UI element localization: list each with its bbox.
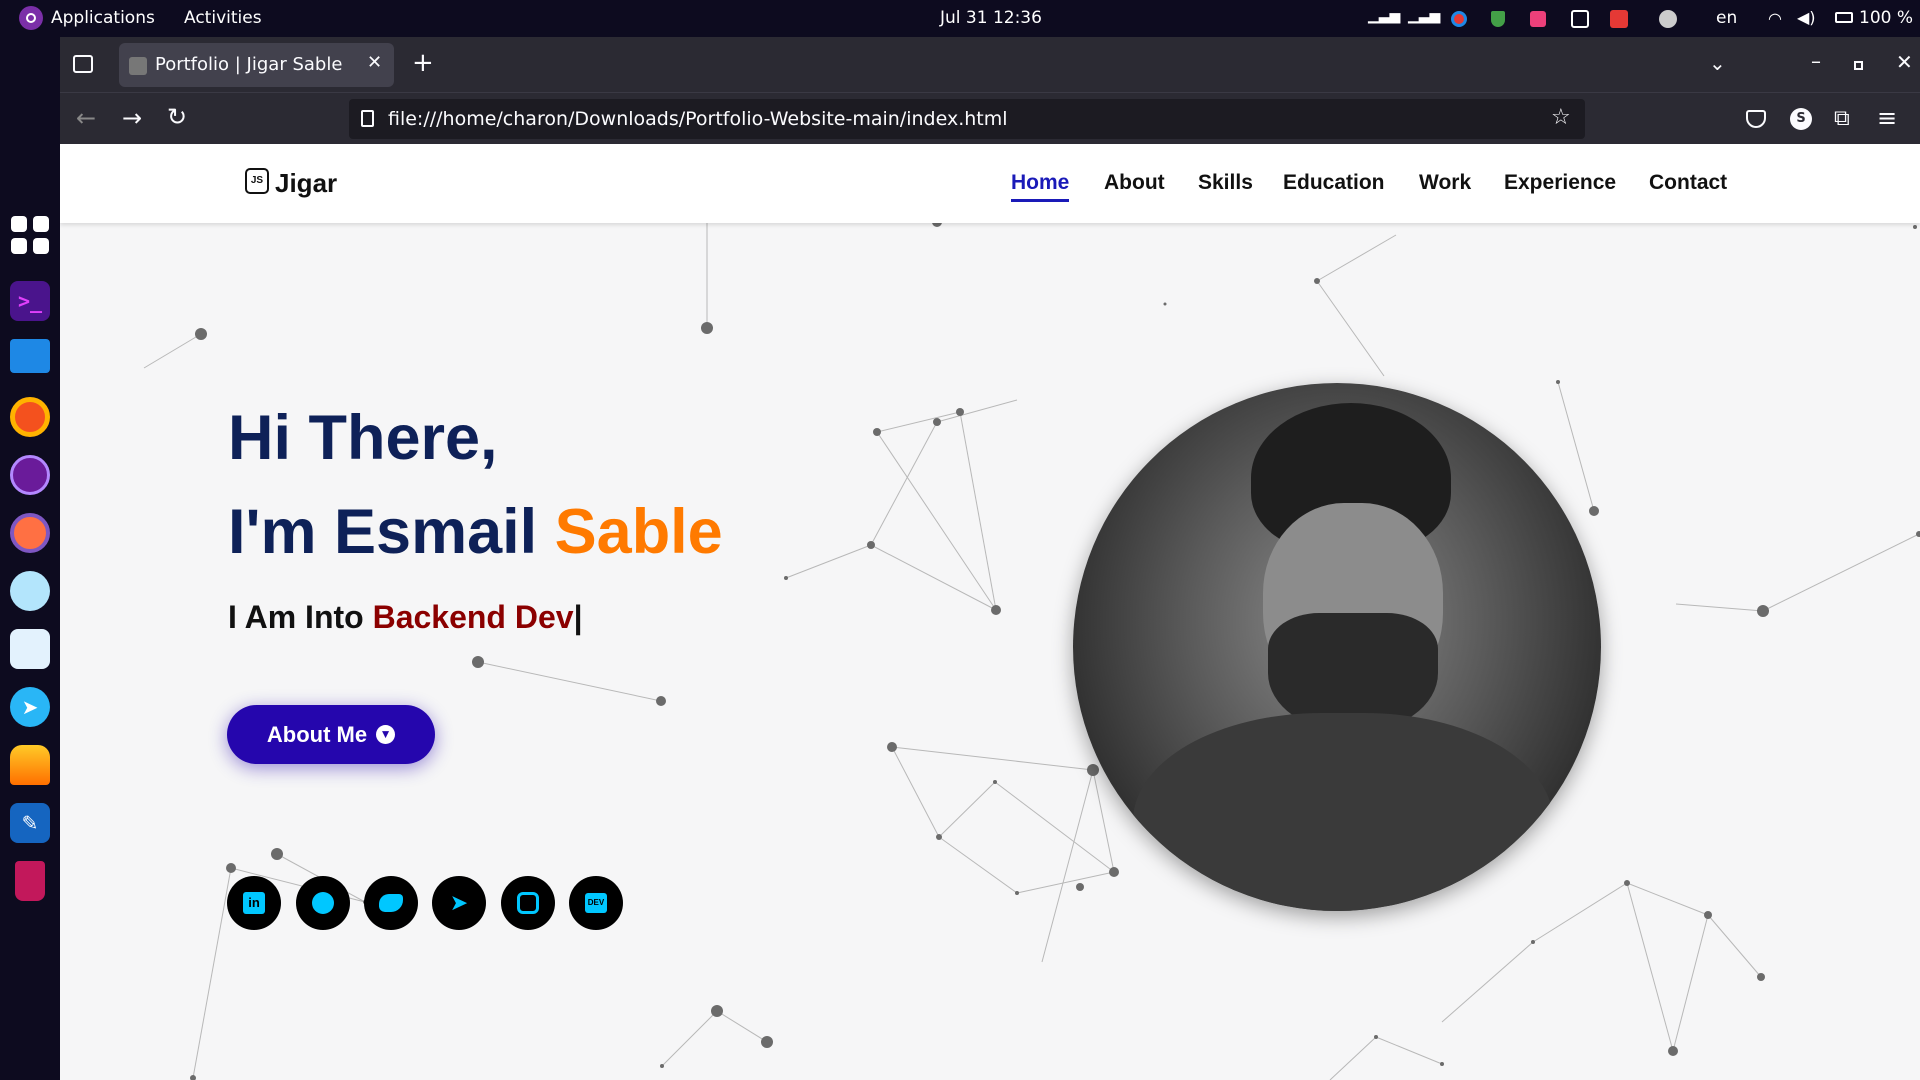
battery-percentage[interactable]: 100 % [1859,8,1913,28]
github-icon [312,892,334,914]
forward-icon[interactable]: → [122,104,142,132]
tab-overview-icon[interactable] [73,55,93,73]
trash-icon[interactable] [15,861,45,901]
files-folder-icon[interactable] [10,339,50,373]
language-indicator[interactable]: en [1716,8,1737,28]
system-monitor-icon[interactable] [10,629,50,669]
about-me-label: About Me [266,721,368,747]
terminal-icon[interactable]: >_ [10,281,50,321]
menu-hamburger-icon[interactable]: ≡ [1877,104,1897,132]
nav-education[interactable]: Education [1283,171,1385,195]
profile-photo [1073,383,1601,911]
firefox-window: Portfolio | Jigar Sable ✕ + ⌄ – ✕ ← → ↻ … [60,37,1920,1080]
show-apps-grid-icon[interactable] [10,215,50,255]
typing-cursor: | [573,599,583,635]
nav-work[interactable]: Work [1419,171,1471,195]
firefox-icon[interactable] [10,513,50,553]
bookmark-star-icon[interactable]: ☆ [1551,105,1571,130]
memory-graph-icon[interactable]: ▁▃▅ [1408,8,1440,24]
pocket-icon[interactable] [1746,110,1766,128]
account-avatar[interactable]: S [1790,108,1812,130]
tab-title: Portfolio | Jigar Sable [155,54,343,75]
logo-text[interactable]: Jigar [275,168,337,199]
list-all-tabs-icon[interactable]: ⌄ [1709,51,1726,75]
close-window-icon[interactable]: ✕ [1896,50,1913,74]
telegram-icon: ➤ [449,890,469,915]
text-editor-icon[interactable]: ✎ [10,803,50,843]
new-tab-icon[interactable]: + [412,48,434,78]
github-button[interactable] [296,876,350,930]
back-icon[interactable]: ← [76,104,96,132]
chrome-indicator-icon[interactable] [1451,11,1467,27]
wifi-icon[interactable]: ◠ [1768,9,1782,28]
system-top-bar: Applications Activities Jul 31 12:36 ▁▃▅… [0,0,1920,37]
logo-badge-icon[interactable]: JS [245,168,269,194]
hero-typed-line: I Am Into Backend Dev| [228,599,583,636]
activities-button[interactable]: Activities [184,8,262,28]
accessibility-icon[interactable] [1659,10,1677,28]
tor-browser-icon[interactable] [10,455,50,495]
nav-about[interactable]: About [1104,171,1165,195]
tab-portfolio[interactable]: Portfolio | Jigar Sable ✕ [119,43,394,87]
nav-experience[interactable]: Experience [1504,171,1616,195]
applications-logo-icon[interactable] [19,6,43,30]
maximize-window-icon[interactable] [1854,61,1863,70]
cpu-graph-icon[interactable]: ▁▃▅ [1368,8,1400,24]
hero-into-prefix: I Am Into [228,599,373,635]
instagram-icon [517,892,539,914]
hero-name-highlight: Sable [554,497,723,567]
nav-contact[interactable]: Contact [1649,171,1727,195]
photo-shirt-shape [1133,713,1553,911]
dev-to-icon: DEV [585,893,607,913]
applications-menu[interactable]: Applications [51,8,155,28]
tab-favicon-icon [129,57,147,75]
clock[interactable]: Jul 31 12:36 [940,8,1042,28]
nav-skills[interactable]: Skills [1198,171,1253,195]
battery-icon[interactable] [1835,12,1853,23]
url-text[interactable]: file:///home/charon/Downloads/Portfolio-… [388,108,1008,130]
arrow-down-circle-icon: ▼ [376,725,396,744]
layers-app-icon[interactable] [10,745,50,785]
application-dock: >_ ➤ ✎ [0,37,60,1080]
twitter-button[interactable] [364,876,418,930]
about-me-button[interactable]: About Me ▼ [227,705,435,764]
extensions-puzzle-icon[interactable]: ⧉ [1834,106,1850,131]
hero-name: I'm Esmail Sable [228,496,723,568]
instagram-button[interactable] [501,876,555,930]
anime-avatar-app-icon[interactable] [10,571,50,611]
telegram-button[interactable]: ➤ [432,876,486,930]
hero-name-prefix: I'm Esmail [228,497,555,567]
site-header: JS Jigar Home About Skills Education Wor… [60,144,1920,223]
shield-icon[interactable] [1491,11,1505,27]
hero-greeting: Hi There, [228,403,498,473]
twitter-icon [379,894,403,912]
app-indicator-icon[interactable] [1530,11,1546,27]
minimize-window-icon[interactable]: – [1811,49,1821,73]
chrome-browser-icon[interactable] [10,397,50,437]
screenshot-icon[interactable] [1571,10,1589,28]
volume-icon[interactable]: ◀) [1797,8,1816,27]
url-bar[interactable]: file:///home/charon/Downloads/Portfolio-… [349,99,1585,139]
linkedin-icon: in [243,892,265,914]
recorder-icon[interactable] [1610,10,1628,28]
nav-home[interactable]: Home [1011,171,1070,202]
tab-close-icon[interactable]: ✕ [367,52,382,73]
page-document-icon [361,110,374,127]
hero-role: Backend Dev [372,599,574,635]
reload-icon[interactable]: ↻ [167,103,187,131]
web-page: JS Jigar Home About Skills Education Wor… [60,144,1920,1080]
tab-bar: Portfolio | Jigar Sable ✕ + ⌄ – ✕ [60,37,1920,92]
linkedin-button[interactable]: in [227,876,281,930]
dev-to-button[interactable]: DEV [569,876,623,930]
telegram-icon[interactable]: ➤ [10,687,50,727]
